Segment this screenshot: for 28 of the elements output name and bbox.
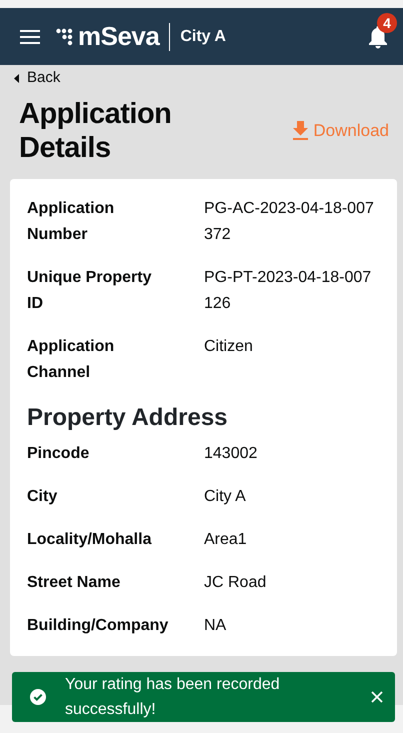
field-label: Application Channel <box>27 336 116 382</box>
page-title: Application Details <box>19 96 172 164</box>
field-value: 143002 <box>204 444 258 464</box>
field-label: Street Name <box>27 572 122 592</box>
field-value: Citizen <box>204 336 254 356</box>
section-heading: Property Address <box>27 402 229 432</box>
back-link[interactable]: Back <box>0 65 60 90</box>
toast-message: Your rating has been recorded successfully! <box>65 675 281 720</box>
menu-icon[interactable] <box>20 30 40 44</box>
logo-icon <box>56 28 74 46</box>
field-value: City A <box>204 486 247 506</box>
field-value: Area1 <box>204 530 248 550</box>
download-icon <box>292 121 310 140</box>
caret-icon <box>14 74 19 83</box>
field-label: Pincode <box>27 444 90 464</box>
check-circle-icon <box>30 689 46 705</box>
brand-name: mSeva <box>78 20 160 53</box>
city-name: City A <box>180 26 226 46</box>
field-label: Locality/Mohalla <box>27 530 153 550</box>
field-label: City <box>27 486 58 506</box>
notification-badge: 4 <box>377 12 397 32</box>
field-label: Building/Company <box>27 616 167 636</box>
field-value: JC Road <box>204 572 268 592</box>
field-label: Unique Property ID <box>27 268 152 314</box>
field-value: PG-AC-2023-04-18-007372 <box>204 198 375 244</box>
field-label: Application Number <box>27 198 116 244</box>
field-value: PG-PT-2023-04-18-007126 <box>204 268 372 314</box>
field-value: NA <box>204 616 228 636</box>
